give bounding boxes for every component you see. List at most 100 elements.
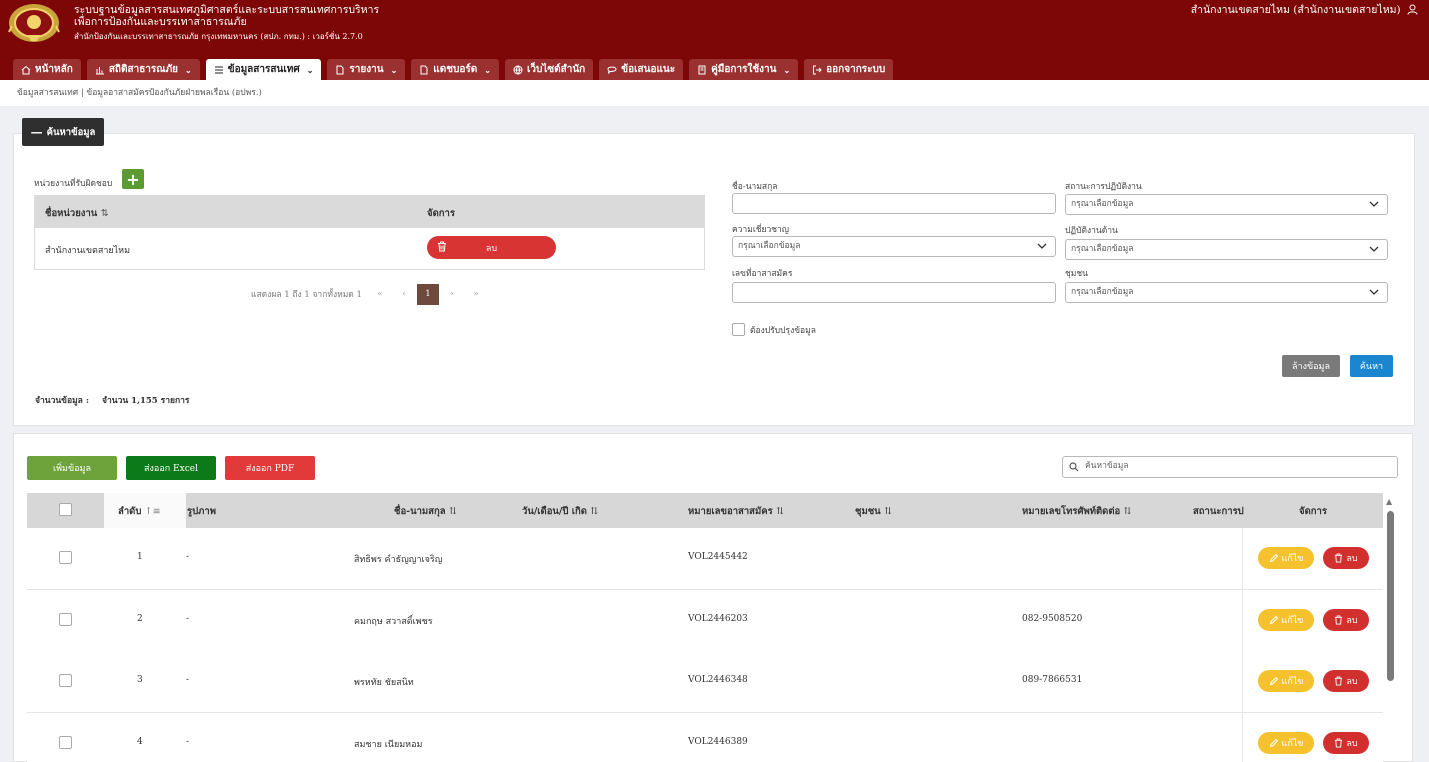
nav-tab-9[interactable]: ออกจากระบบ <box>804 59 894 80</box>
community-select[interactable]: กรุณาเลือกข้อมูล <box>1065 282 1388 303</box>
add-record-button[interactable]: เพิ่มข้อมูล <box>27 456 117 480</box>
col-phone[interactable]: หมายเลขโทรศัพท์ติดต่อ ⇅ <box>1022 504 1132 519</box>
row-checkbox[interactable] <box>59 612 72 626</box>
nav-tab-1[interactable]: หน้าหลัก <box>13 59 81 80</box>
edit-label: แก้ไข <box>1281 738 1304 749</box>
list-icon <box>214 66 223 73</box>
grid-scrollbar[interactable]: ▲ <box>1386 497 1395 762</box>
unit-table-row: สำนักงานเขตสายไหม ลบ <box>35 228 704 270</box>
file-icon <box>420 65 428 74</box>
delete-button[interactable]: ลบ <box>1323 608 1369 631</box>
user-menu[interactable]: สำนักงานเขตสายไหม (สำนักงานเขตสายไหม) <box>1191 1 1418 18</box>
search-icon <box>1069 462 1079 472</box>
volunteer-no-input[interactable] <box>732 282 1056 303</box>
table-search-placeholder: ค้นหาข้อมูล <box>1085 461 1129 471</box>
row-checkbox[interactable] <box>59 735 72 749</box>
row-divider <box>1242 528 1243 590</box>
scroll-up-icon[interactable]: ▲ <box>1386 497 1392 506</box>
clear-button[interactable]: ล้างข้อมูล <box>1282 355 1340 377</box>
skill-select-value: กรุณาเลือกข้อมูล <box>738 241 801 251</box>
delete-button[interactable]: ลบ <box>1323 731 1369 754</box>
col-photo: รูปภาพ <box>187 506 216 517</box>
nav-tab-7[interactable]: ข้อเสนอแนะ <box>599 59 684 80</box>
sort-icon: ⇅ <box>883 506 892 517</box>
table-row: 3 - พรหทัย ชัยสนิท VOL2446348 089-7866531 แก้… <box>27 651 1383 713</box>
nav-tab-3[interactable]: ข้อมูลสารสนเทศ ⌄ <box>205 59 322 80</box>
select-all-checkbox[interactable] <box>59 503 72 516</box>
row-photo: - <box>186 552 190 562</box>
row-divider <box>1242 712 1243 762</box>
nav-tab-6[interactable]: เว็บไซต์สำนัก <box>504 59 594 80</box>
table-search-input[interactable]: ค้นหาข้อมูล <box>1062 456 1398 478</box>
col-vol-no[interactable]: หมายเลขอาสาสมัคร ⇅ <box>688 504 784 519</box>
search-toggle-button[interactable]: — ค้นหาข้อมูล <box>22 118 104 146</box>
col-action: จัดการ <box>1299 506 1327 517</box>
pager-prev[interactable]: ‹ <box>392 289 416 299</box>
community-select-value: กรุณาเลือกข้อมูล <box>1071 287 1134 297</box>
search-toggle-label: ค้นหาข้อมูล <box>46 126 96 138</box>
scroll-thumb[interactable] <box>1387 511 1394 681</box>
skill-select[interactable]: กรุณาเลือกข้อมูล <box>732 236 1056 257</box>
col-birth[interactable]: วัน/เดือน/ปี เกิด ⇅ <box>522 504 598 519</box>
sort-icon: ⇅ <box>776 506 784 517</box>
sort-icon: ⇅ <box>100 208 109 219</box>
chevron-down-icon: ⌄ <box>783 64 791 75</box>
delete-button[interactable]: ลบ <box>1323 670 1369 692</box>
nav-tab-5[interactable]: แดชบอร์ด ⌄ <box>411 59 499 80</box>
chevron-down-icon <box>1369 289 1379 295</box>
update-needed-label: ต้องปรับปรุงข้อมูล <box>750 326 816 336</box>
nav-tab-label: ออกจากระบบ <box>826 64 886 75</box>
row-checkbox[interactable] <box>59 551 72 564</box>
search-button[interactable]: ค้นหา <box>1350 355 1393 377</box>
search-panel <box>13 133 1415 426</box>
row-phone: 089-7866531 <box>1022 675 1083 685</box>
nav-tab-4[interactable]: รายงาน ⌄ <box>327 59 406 80</box>
pencil-icon <box>1269 676 1278 686</box>
bar-chart-icon <box>95 66 104 74</box>
logout-icon <box>813 65 822 74</box>
row-name: สิทธิพร คำธัญญาเจริญ <box>354 555 443 565</box>
user-name: สำนักงานเขตสายไหม (สำนักงานเขตสายไหม) <box>1190 4 1401 16</box>
update-needed-checkbox[interactable] <box>732 323 745 336</box>
col-community[interactable]: ชุมชน ⇅ <box>855 504 892 519</box>
pager-first[interactable]: « <box>368 289 392 299</box>
sort-icon: ⇅ <box>590 506 599 517</box>
chevron-down-icon <box>1369 246 1379 252</box>
grid-header: ลำดับ ↑≡ รูปภาพ ชื่อ-นามสกุล ⇅ วัน/เดือน… <box>27 493 1383 528</box>
name-input[interactable] <box>732 193 1056 214</box>
pager-next[interactable]: › <box>440 289 464 299</box>
delete-unit-button[interactable]: ลบ <box>427 236 556 259</box>
add-unit-button[interactable]: + <box>122 169 144 189</box>
row-vol-no: VOL2446389 <box>688 736 748 747</box>
col-unit-name[interactable]: ชื่อหน่วยงาน ⇅ <box>45 206 109 221</box>
chevron-down-icon: ⌄ <box>306 64 314 75</box>
row-checkbox[interactable] <box>59 674 72 687</box>
edit-button[interactable]: แก้ไข <box>1258 608 1314 631</box>
edit-label: แก้ไข <box>1281 554 1304 564</box>
status-select[interactable]: กรุณาเลือกข้อมูล <box>1065 194 1388 215</box>
col-order[interactable]: ลำดับ ↑≡ <box>118 504 161 519</box>
nav-tab-8[interactable]: คู่มือการใช้งาน ⌄ <box>689 59 799 80</box>
export-excel-button[interactable]: ส่งออก Excel <box>126 456 216 480</box>
status-select-value: กรุณาเลือกข้อมูล <box>1071 199 1134 209</box>
pager-current-page[interactable]: 1 <box>416 283 439 305</box>
plus-icon: + <box>126 169 140 189</box>
chevron-down-icon <box>1037 243 1047 249</box>
col-status[interactable]: สถานะการป <box>1193 504 1244 519</box>
pager-last[interactable]: » <box>464 289 488 299</box>
unit-name-cell: สำนักงานเขตสายไหม <box>45 246 131 256</box>
duty-select[interactable]: กรุณาเลือกข้อมูล <box>1065 239 1388 260</box>
nav-tab-2[interactable]: สถิติสาธารณภัย ⌄ <box>86 59 200 80</box>
export-pdf-button[interactable]: ส่งออก PDF <box>225 456 315 480</box>
row-order: 1 <box>137 552 143 562</box>
row-photo: - <box>186 675 190 685</box>
edit-button[interactable]: แก้ไข <box>1258 670 1314 692</box>
col-name[interactable]: ชื่อ-นามสกุล ⇅ <box>394 504 457 519</box>
nav-tab-label: รายงาน <box>349 64 384 75</box>
trash-icon <box>1335 615 1343 624</box>
duty-label: ปฏิบัติงานด้าน <box>1065 226 1118 236</box>
delete-button[interactable]: ลบ <box>1323 547 1369 569</box>
edit-button[interactable]: แก้ไข <box>1258 547 1314 569</box>
edit-button[interactable]: แก้ไข <box>1258 731 1314 754</box>
col-unit-action: จัดการ <box>427 208 455 219</box>
